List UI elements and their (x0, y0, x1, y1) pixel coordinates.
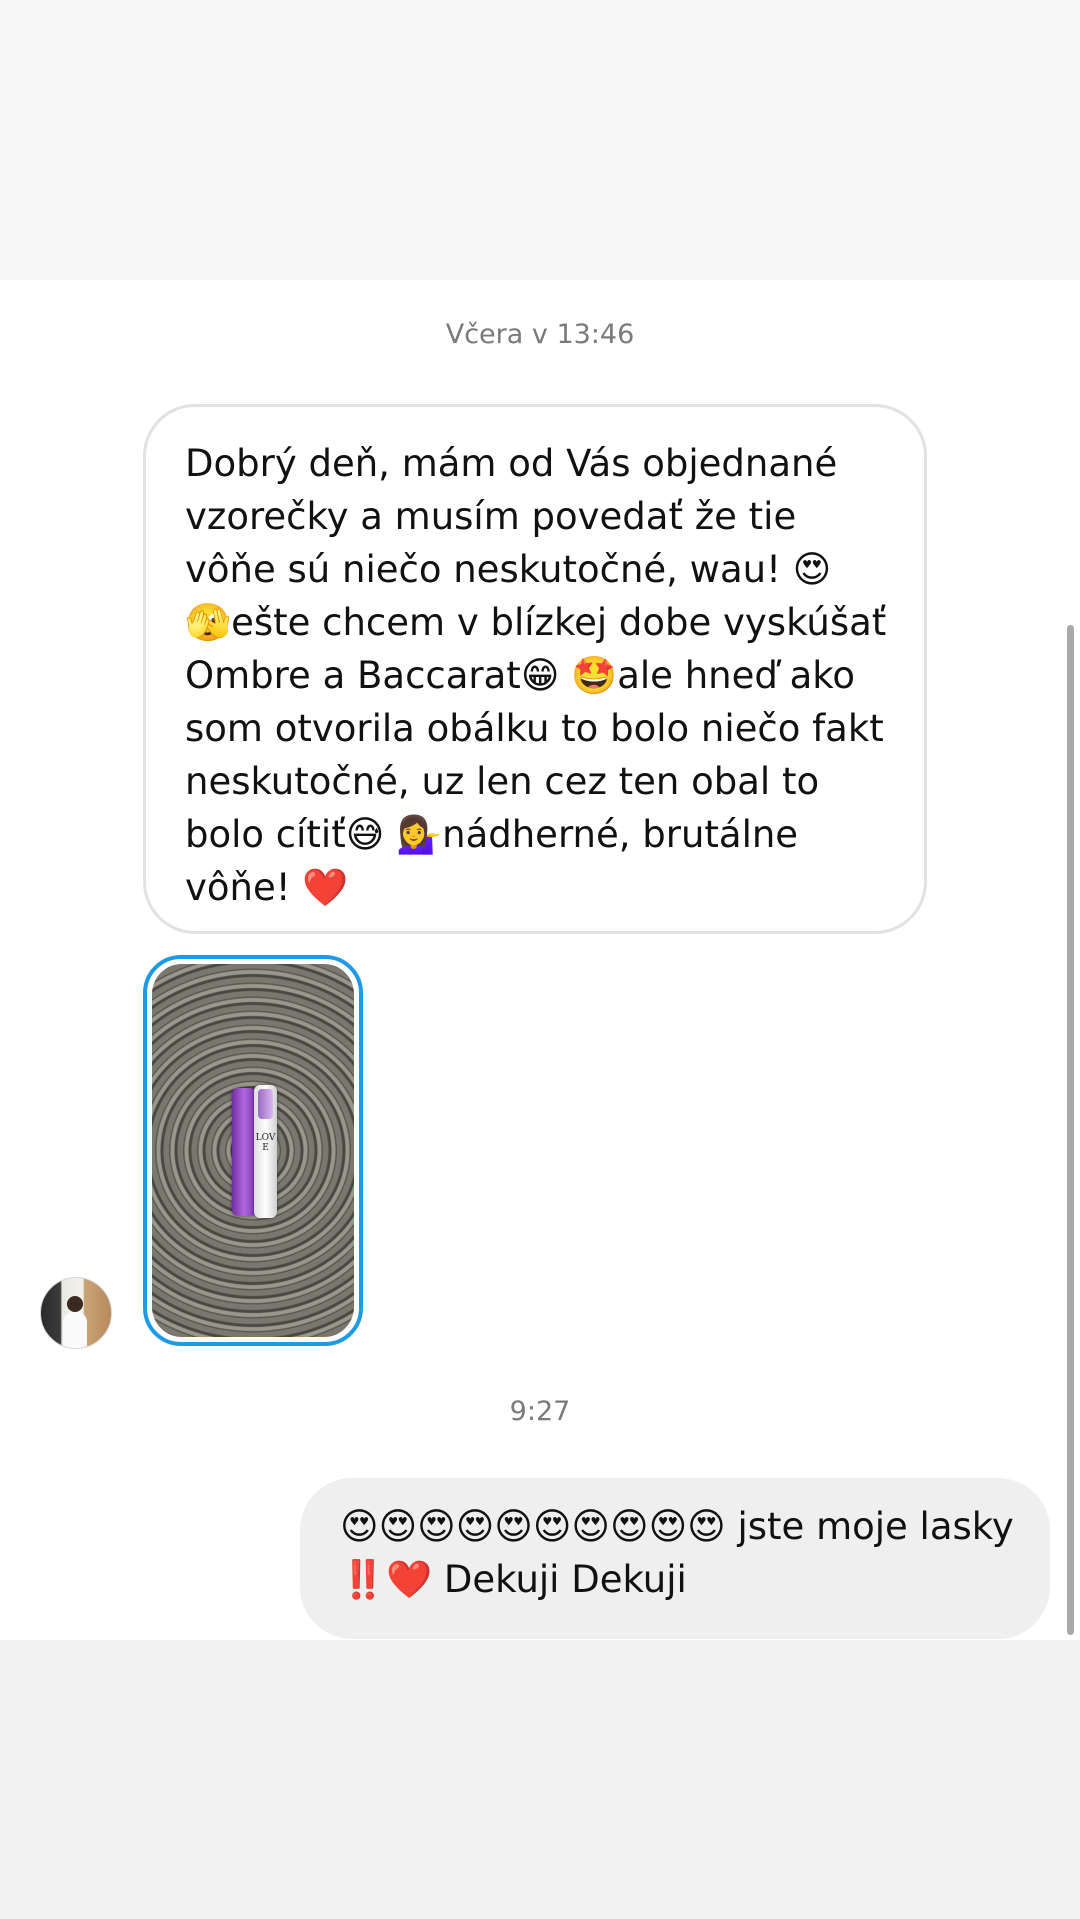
scrollbar[interactable] (1067, 625, 1074, 1635)
bottom-area (0, 1640, 1080, 1919)
top-bar (0, 0, 1080, 280)
vial-label: LOVE (255, 1133, 276, 1153)
perfume-vial-purple (232, 1088, 256, 1216)
photo-thumbnail: LOVE (152, 964, 354, 1337)
photo-message[interactable]: LOVE (143, 955, 363, 1346)
sender-avatar[interactable] (40, 1277, 112, 1349)
message-timestamp: Včera v 13:46 (445, 319, 635, 350)
incoming-message-bubble[interactable]: Dobrý deň, mám od Vás objednané vzorečky… (143, 404, 927, 934)
perfume-vial-white: LOVE (254, 1085, 277, 1218)
outgoing-message-text: 😍😍😍😍😍😍😍😍😍😍 jste moje lasky ‼️❤️ Dekuji D… (340, 1505, 1014, 1601)
message-timestamp: 9:27 (509, 1396, 571, 1427)
incoming-message-text: Dobrý deň, mám od Vás objednané vzorečky… (185, 442, 887, 909)
outgoing-message-bubble[interactable]: 😍😍😍😍😍😍😍😍😍😍 jste moje lasky ‼️❤️ Dekuji D… (300, 1478, 1050, 1639)
